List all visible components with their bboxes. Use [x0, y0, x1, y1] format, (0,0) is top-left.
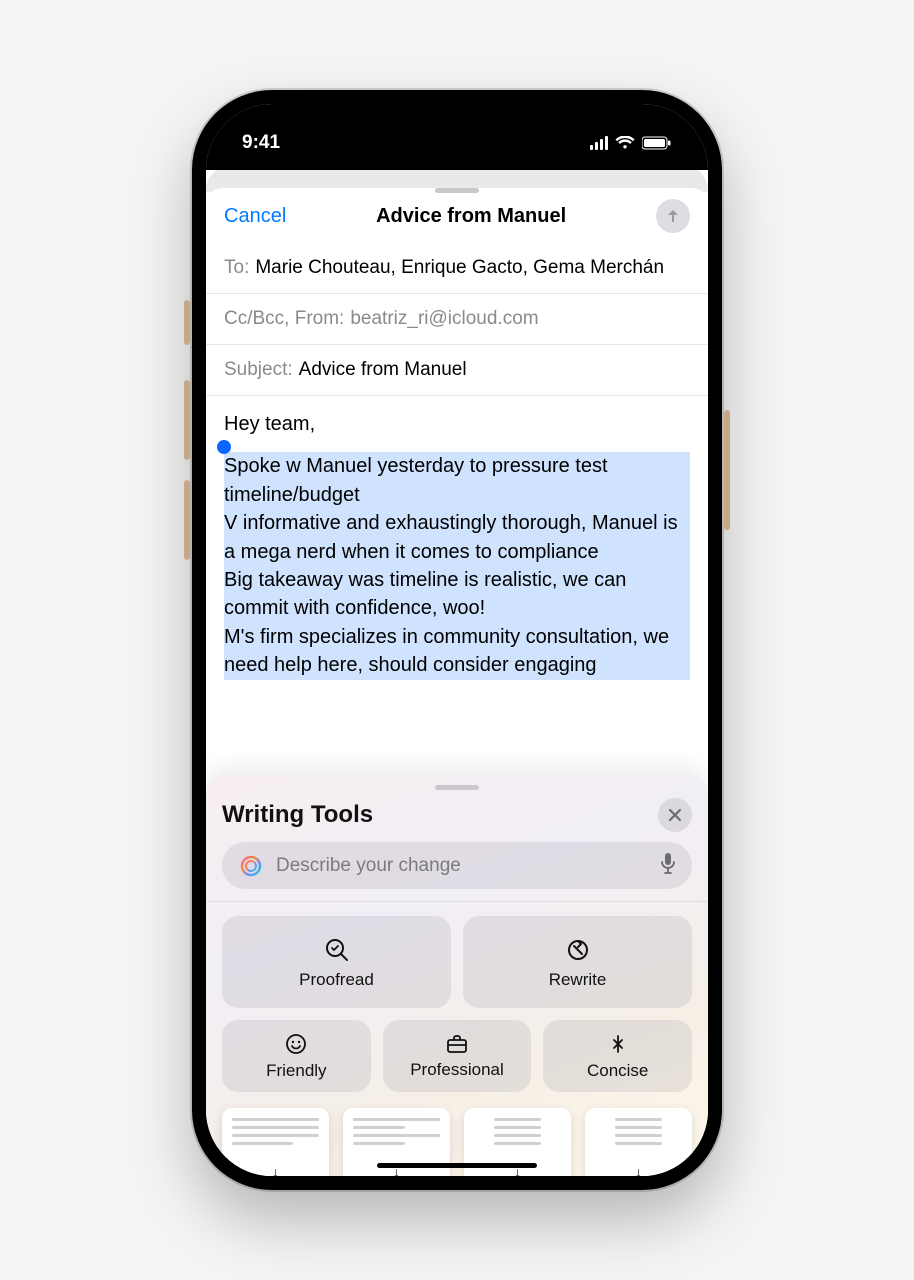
apple-intelligence-icon	[238, 853, 264, 879]
power-button	[724, 410, 730, 530]
concise-label: Concise	[587, 1061, 648, 1081]
compose-title: Advice from Manuel	[376, 205, 566, 228]
cancel-button[interactable]: Cancel	[224, 205, 286, 228]
concise-button[interactable]: Concise	[543, 1020, 692, 1092]
body-greeting: Hey team,	[224, 410, 690, 438]
to-label: To:	[224, 257, 249, 279]
chevron-down-icon: ↓	[272, 1164, 279, 1176]
ccbcc-from-field[interactable]: Cc/Bcc, From: beatriz_ri@icloud.com	[206, 294, 708, 345]
friendly-label: Friendly	[266, 1061, 326, 1081]
sheet-grabber[interactable]	[435, 188, 479, 193]
microphone-icon[interactable]	[660, 852, 676, 879]
smiley-icon	[285, 1033, 307, 1055]
subject-field[interactable]: Subject: Advice from Manuel	[206, 345, 708, 396]
battery-icon	[642, 136, 672, 150]
to-field[interactable]: To: Marie Chouteau, Enrique Gacto, Gema …	[206, 243, 708, 294]
volume-down-button	[184, 480, 190, 560]
status-time: 9:41	[242, 132, 280, 154]
professional-label: Professional	[410, 1060, 504, 1080]
email-body[interactable]: Hey team, Spoke w Manuel yesterday to pr…	[206, 396, 708, 680]
briefcase-icon	[445, 1034, 469, 1054]
iphone-frame: 9:41 Cancel Advice from Manuel	[192, 90, 722, 1190]
volume-up-button	[184, 380, 190, 460]
cellular-icon	[590, 136, 608, 150]
wifi-icon	[615, 136, 635, 150]
dynamic-island	[382, 122, 532, 162]
describe-change-input[interactable]	[222, 842, 692, 889]
chevron-down-icon: ↓	[635, 1164, 642, 1176]
to-recipients[interactable]: Marie Chouteau, Enrique Gacto, Gema Merc…	[255, 257, 664, 279]
send-button[interactable]	[656, 199, 690, 233]
writing-tools-panel: Writing Tools	[206, 775, 708, 1176]
compose-sheet: Cancel Advice from Manuel To: Marie Chou…	[206, 188, 708, 1176]
describe-change-field[interactable]	[276, 855, 648, 877]
friendly-button[interactable]: Friendly	[222, 1020, 371, 1092]
format-option-1[interactable]: ↓	[222, 1108, 329, 1176]
professional-button[interactable]: Professional	[383, 1020, 532, 1092]
writing-tools-grabber[interactable]	[435, 785, 479, 790]
writing-tools-title: Writing Tools	[222, 801, 373, 829]
from-value: beatriz_ri@icloud.com	[350, 308, 538, 330]
format-option-4[interactable]: ↓	[585, 1108, 692, 1176]
divider	[206, 901, 708, 902]
rewrite-label: Rewrite	[549, 970, 607, 990]
concise-icon	[607, 1033, 629, 1055]
rewrite-button[interactable]: Rewrite	[463, 916, 692, 1008]
side-button	[184, 300, 190, 345]
ccbcc-from-label: Cc/Bcc, From:	[224, 308, 344, 330]
close-button[interactable]	[658, 798, 692, 832]
proofread-label: Proofread	[299, 970, 374, 990]
magnifier-check-icon	[323, 936, 351, 964]
subject-label: Subject:	[224, 359, 293, 381]
subject-value: Advice from Manuel	[299, 359, 467, 381]
home-indicator[interactable]	[377, 1163, 537, 1168]
selected-text[interactable]: Spoke w Manuel yesterday to pressure tes…	[224, 452, 690, 679]
rewrite-icon	[564, 936, 592, 964]
proofread-button[interactable]: Proofread	[222, 916, 451, 1008]
